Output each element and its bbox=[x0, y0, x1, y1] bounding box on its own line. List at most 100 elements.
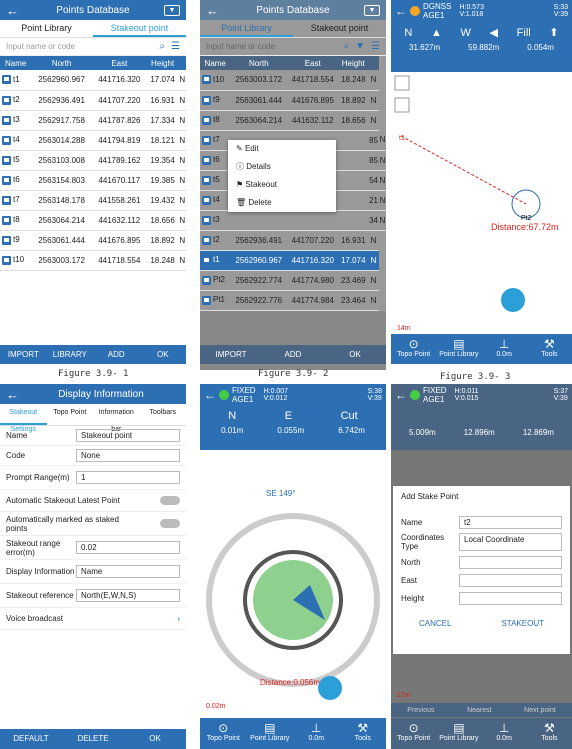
nav-point-library[interactable]: ▤ Point Library bbox=[436, 334, 481, 364]
table-row[interactable]: t2 2562936.491 441707.220 16.931 N bbox=[0, 90, 186, 111]
previous-button[interactable]: Previous bbox=[407, 707, 434, 714]
voice-label[interactable]: Voice broadcast bbox=[6, 614, 63, 623]
back-icon[interactable]: ← bbox=[395, 388, 407, 402]
nav-topo-point[interactable]: ⊙ Topo Point bbox=[200, 718, 247, 749]
table-row[interactable]: t1 2562960.967 441716.320 17.074 N bbox=[200, 250, 386, 271]
search-input[interactable]: Input name or code bbox=[6, 42, 153, 51]
table-row[interactable]: t3 2562917.758 441787.826 17.334 N bbox=[0, 110, 186, 131]
search-icon[interactable]: ⌕ bbox=[344, 41, 350, 52]
nav-height[interactable]: ⊥ 0.0m bbox=[482, 334, 527, 364]
menu-icon[interactable]: ☰ bbox=[371, 41, 380, 52]
default-button[interactable]: DEFAULT bbox=[0, 729, 62, 749]
north-input[interactable] bbox=[459, 555, 562, 569]
tab-stakeout-point[interactable]: Stakeout point bbox=[93, 20, 186, 37]
tab-stakeout-settings[interactable]: Stakeout Settings bbox=[0, 404, 47, 433]
library-button[interactable]: LIBRARY bbox=[47, 345, 94, 364]
nav-height[interactable]: ⊥ 0.0m bbox=[482, 718, 527, 749]
tab-point-library[interactable]: Point Library bbox=[0, 20, 93, 37]
nav-tools[interactable]: ⚒ Tools bbox=[527, 718, 572, 749]
cell: N bbox=[378, 170, 386, 191]
tab-toolbars[interactable]: Toolbars bbox=[140, 404, 187, 425]
menu-icon[interactable]: ☰ bbox=[171, 41, 180, 52]
code-select[interactable]: None bbox=[76, 449, 180, 462]
filter-icon[interactable]: ▼ bbox=[355, 41, 365, 52]
add-button[interactable]: ADD bbox=[262, 345, 324, 364]
auto-stakeout-toggle[interactable] bbox=[160, 496, 180, 505]
point-icon[interactable] bbox=[394, 97, 410, 113]
search-input[interactable]: Input name or code bbox=[206, 42, 338, 51]
east-input[interactable] bbox=[459, 573, 562, 587]
import-button[interactable]: IMPORT bbox=[0, 345, 47, 364]
back-icon[interactable]: ← bbox=[206, 3, 222, 18]
back-icon[interactable]: ← bbox=[6, 3, 22, 18]
nav-tools[interactable]: ⚒ Tools bbox=[527, 334, 572, 364]
location-icon[interactable] bbox=[318, 676, 342, 700]
back-icon[interactable]: ← bbox=[395, 4, 407, 18]
scale-label: 0.02m bbox=[206, 703, 226, 710]
tab-information-bar[interactable]: Information bar bbox=[93, 404, 140, 433]
err-field[interactable]: 0.02 bbox=[76, 541, 180, 554]
tab-stakeout-point[interactable]: Stakeout point bbox=[293, 20, 386, 37]
nav-topo-point[interactable]: ⊙ Topo Point bbox=[391, 334, 436, 364]
auto-mark-toggle[interactable] bbox=[160, 519, 180, 528]
v-precision: V:0.015 bbox=[454, 395, 479, 402]
table-row[interactable]: t10 2563003.172 441718.554 18.248 N bbox=[200, 70, 386, 91]
nav-point-library[interactable]: ▤ Point Library bbox=[436, 718, 481, 749]
nearest-button[interactable]: Nearest bbox=[467, 707, 492, 714]
delete-button[interactable]: DELETE bbox=[62, 729, 124, 749]
table-row[interactable]: t8 2563064.214 441632.112 18.656 N bbox=[200, 110, 386, 131]
table-row[interactable]: t9 2563061.444 441676.895 18.892 N bbox=[0, 230, 186, 251]
page-title: Display Information bbox=[58, 388, 144, 400]
search-icon[interactable]: ⌕ bbox=[159, 41, 165, 52]
compass-view[interactable]: SE 149° Distance:0.056m 0.02m bbox=[200, 450, 386, 715]
location-icon[interactable] bbox=[501, 288, 525, 312]
nav-topo-point[interactable]: ⊙ Topo Point bbox=[391, 718, 436, 749]
ok-button[interactable]: OK bbox=[324, 345, 386, 364]
nav-tools[interactable]: ⚒ Tools bbox=[340, 718, 387, 749]
table-row[interactable]: t3 34 N bbox=[200, 210, 386, 231]
import-button[interactable]: IMPORT bbox=[200, 345, 262, 364]
dropdown-icon[interactable]: ▼ bbox=[164, 4, 180, 16]
table-row[interactable]: t1 2562960.967 441716.320 17.074 N bbox=[0, 70, 186, 91]
table-row[interactable]: t4 2563014.288 441794.819 18.121 N bbox=[0, 130, 186, 151]
cell bbox=[338, 130, 369, 151]
ok-button[interactable]: OK bbox=[140, 345, 187, 364]
back-icon[interactable]: ← bbox=[6, 387, 22, 402]
table-row[interactable]: t6 2563154.803 441670.117 19.385 N bbox=[0, 170, 186, 191]
tab-topo-point[interactable]: Topo Point bbox=[47, 404, 94, 425]
cell: 19.385 bbox=[146, 170, 179, 191]
next-point-button[interactable]: Next point bbox=[524, 707, 556, 714]
back-icon[interactable]: ← bbox=[204, 388, 216, 402]
coord-type-select[interactable]: Local Coordinate bbox=[459, 533, 562, 551]
nav-height[interactable]: ⊥ 0.0m bbox=[293, 718, 340, 749]
menu-edit[interactable]: ✎ Edit bbox=[228, 140, 336, 158]
table-row[interactable]: t5 2563103.008 441789.162 19.354 N bbox=[0, 150, 186, 171]
stakeout-button[interactable]: STAKEOUT bbox=[501, 619, 544, 628]
menu-stakeout[interactable]: ⚑ Stakeout bbox=[228, 176, 336, 194]
table-row[interactable]: t8 2563064.214 441632.112 18.656 N bbox=[0, 210, 186, 231]
name-select[interactable]: Stakeout point bbox=[76, 429, 180, 442]
table-row[interactable]: Pt1 2562922.776 441774.984 23.464 N bbox=[200, 290, 386, 311]
menu-delete[interactable]: 🗑 Delete bbox=[228, 194, 336, 212]
cell-name: t4 bbox=[13, 135, 20, 145]
height-input[interactable] bbox=[459, 591, 562, 605]
range-field[interactable]: 1 bbox=[76, 471, 180, 484]
layer-icon[interactable] bbox=[394, 75, 410, 91]
dropdown-icon[interactable]: ▼ bbox=[364, 4, 380, 16]
map-canvas[interactable]: t1 Pt2 Distance:67.72m 14m bbox=[391, 72, 572, 332]
table-row[interactable]: t9 2563061.444 441676.895 18.892 N bbox=[200, 90, 386, 111]
disp-select[interactable]: Name bbox=[76, 565, 180, 578]
ref-select[interactable]: North(E,W,N,S) bbox=[76, 589, 180, 602]
menu-details[interactable]: ⓘ Details bbox=[228, 158, 336, 176]
nav-point-library[interactable]: ▤ Point Library bbox=[247, 718, 294, 749]
table-row[interactable]: t2 2562936.491 441707.220 16.931 N bbox=[200, 230, 386, 251]
tab-point-library[interactable]: Point Library bbox=[200, 20, 293, 37]
table-row[interactable]: t7 2563148.178 441558.261 19.432 N bbox=[0, 190, 186, 211]
cancel-button[interactable]: CANCEL bbox=[419, 619, 451, 628]
name-input[interactable]: t2 bbox=[459, 515, 562, 529]
add-button[interactable]: ADD bbox=[93, 345, 140, 364]
ok-button[interactable]: OK bbox=[124, 729, 186, 749]
sats: S:33 bbox=[553, 4, 568, 11]
table-row[interactable]: t10 2563003.172 441718.554 18.248 N bbox=[0, 250, 186, 271]
table-row[interactable]: Pt2 2562922.774 441774.980 23.469 N bbox=[200, 270, 386, 291]
